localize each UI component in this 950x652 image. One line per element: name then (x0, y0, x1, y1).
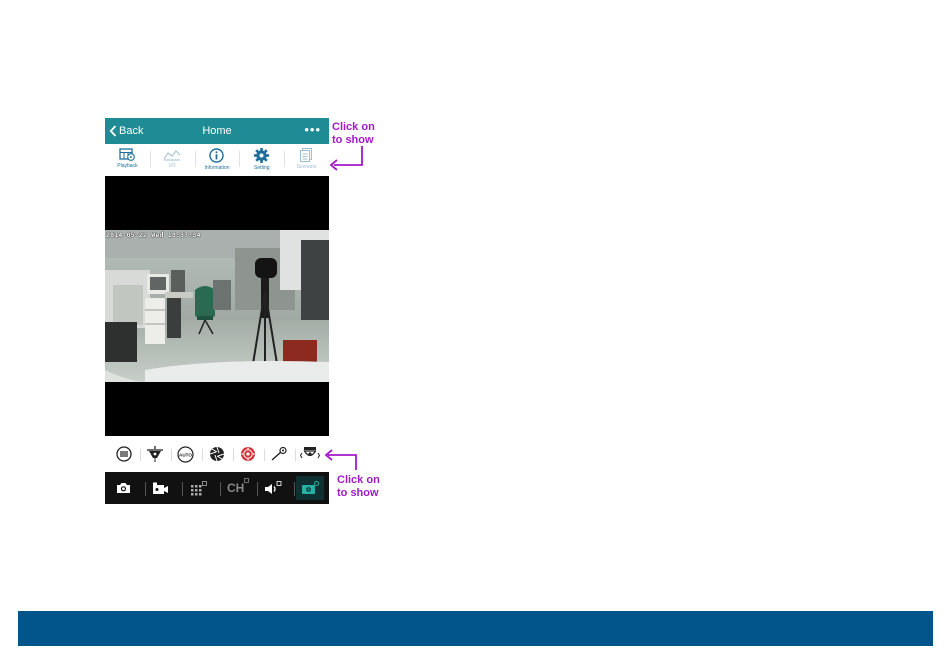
toolbar-label: I/O (168, 163, 176, 169)
toolbar-item-scenario[interactable]: Scenario (284, 144, 329, 176)
channel-icon (243, 478, 249, 483)
focus-icon (146, 446, 163, 462)
ptz-camera-icon (302, 481, 320, 494)
dome-icon (300, 447, 321, 459)
ptz-zoom-button[interactable] (264, 441, 292, 467)
nav-bar: Back Home ••• (105, 118, 329, 144)
annotation-top-line1: Click on (332, 121, 375, 133)
toolbar-item-playback[interactable]: Playback (105, 144, 150, 176)
toolbar-label: Playback (117, 163, 138, 169)
channel-label: CH (226, 481, 245, 495)
toolbar-label: Setting (254, 165, 270, 171)
chevron-left-icon (109, 125, 117, 137)
zoom-icon (271, 446, 287, 461)
more-button[interactable]: ••• (304, 118, 321, 144)
annotation-bottom-line1: Click on (337, 474, 380, 486)
ptz-focus-button[interactable] (139, 441, 168, 467)
ptz-lens-button[interactable] (233, 441, 261, 467)
toolbar-label: Information (204, 165, 230, 171)
toolbar-item-setting[interactable]: Setting (239, 144, 284, 176)
record-icon (153, 482, 169, 494)
snapshot-button[interactable] (110, 476, 138, 500)
annotation-bottom: Click on to show (337, 474, 380, 500)
chart-icon (163, 150, 181, 161)
snapshot-icon (117, 483, 131, 493)
auto-iris-icon: AUTO (177, 445, 194, 463)
toolbar-label: Scenario (296, 164, 317, 170)
ptz-menu-button[interactable] (111, 441, 137, 467)
back-button[interactable]: Back (109, 118, 143, 144)
video-timestamp: 2014-05-22 Wed 10:37:34 (106, 231, 201, 239)
audio-button[interactable] (256, 476, 287, 500)
back-label: Back (119, 125, 144, 137)
toolbar-item-information[interactable]: Information (194, 144, 240, 176)
record-button[interactable] (144, 476, 175, 500)
mobile-app-screen: Back Home ••• Playback I/O Information S… (105, 118, 329, 504)
menu-icon (115, 446, 132, 462)
ptz-auto-iris-button[interactable]: AUTO (170, 441, 199, 467)
ptz-control-bar: AUTO (105, 436, 329, 472)
top-toolbar: Playback I/O Information Setting Scenari… (105, 144, 329, 177)
footer-band (18, 611, 933, 646)
toolbar-item-io[interactable]: I/O (149, 144, 195, 176)
gear-icon (254, 148, 270, 163)
annotation-bottom-line2: to show (337, 487, 379, 499)
document-icon (300, 148, 313, 162)
layout-grid-button[interactable] (182, 476, 212, 500)
lens-icon (241, 447, 256, 461)
bottom-control-bar: CH (105, 472, 329, 504)
camera-feed-image (105, 230, 329, 382)
iris-icon (209, 446, 225, 462)
annotation-top-arrow (329, 146, 363, 171)
channel-button[interactable]: CH (219, 476, 250, 500)
ptz-iris-button[interactable] (201, 441, 230, 467)
grid-icon (190, 480, 207, 495)
ptz-dome-button[interactable] (295, 441, 323, 467)
auto-iris-label: AUTO (179, 452, 192, 457)
info-icon (209, 148, 225, 163)
live-video-view[interactable]: 2014-05-22 Wed 10:37:34 (105, 176, 329, 436)
audio-icon (264, 480, 282, 494)
annotation-bottom-arrow (324, 449, 357, 470)
ptz-toggle-button[interactable] (294, 476, 325, 500)
playback-icon (119, 148, 136, 161)
